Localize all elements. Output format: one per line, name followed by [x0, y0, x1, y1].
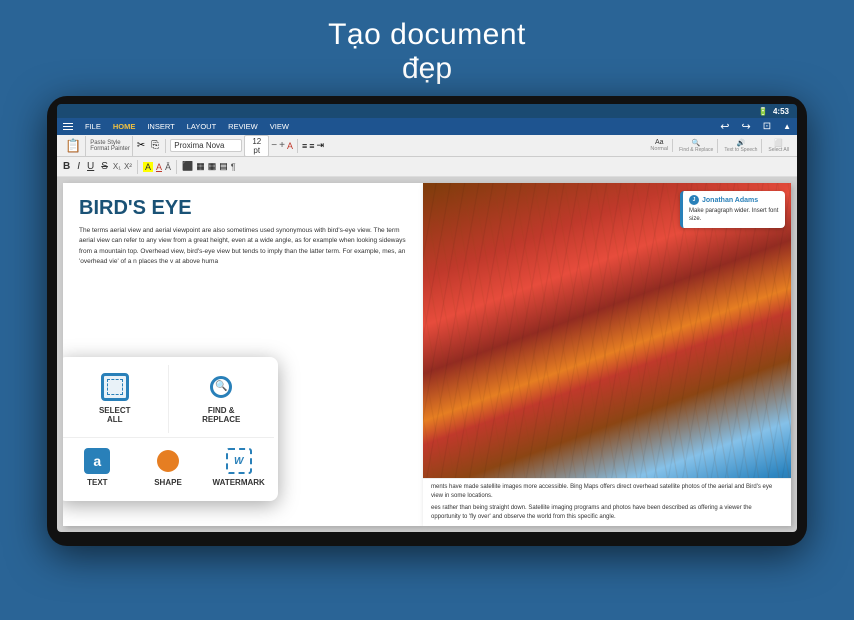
status-bar: 🔋 4:53	[57, 104, 797, 118]
font-color-button[interactable]: A	[287, 141, 293, 151]
superscript-button[interactable]: X²	[124, 162, 132, 171]
screen: 🔋 4:53 FILE HOME INSERT LAYOUT REVIEW VI…	[57, 104, 797, 532]
clear-format-button[interactable]: Ā	[165, 162, 171, 172]
paragraph-mark-button[interactable]: ¶	[231, 162, 236, 172]
copy-button[interactable]: ⎘	[149, 140, 161, 151]
watermark-label: WATERMARK	[213, 478, 265, 487]
undo-button[interactable]: ↩	[720, 120, 729, 133]
document-area: BIRD'S EYE The terms aerial view and aer…	[57, 177, 797, 532]
redo-button[interactable]: ↪	[741, 120, 750, 133]
context-menu-row1: SELECTALL 🔍 FIND &REPLACE	[63, 361, 274, 438]
document-body: The terms aerial view and aerial viewpoi…	[79, 226, 407, 268]
font-name-field[interactable]: Proxima Nova	[170, 139, 242, 152]
format-painter-label[interactable]: Format Painter	[90, 146, 130, 152]
shape-label: SHAPE	[154, 478, 182, 487]
comment-bubble: J Jonathan Adams Make paragraph wider. I…	[680, 191, 785, 228]
document-title: BIRD'S EYE	[79, 197, 407, 220]
page-header: Tạo document đẹp	[328, 0, 526, 96]
fullscreen-button[interactable]: ⊡	[763, 121, 771, 132]
justify-button[interactable]: ▤	[219, 161, 228, 172]
align-left-button[interactable]: ⬛	[182, 161, 193, 172]
document-page: BIRD'S EYE The terms aerial view and aer…	[63, 183, 423, 526]
select-all-button[interactable]: ⬜ Select All	[764, 139, 793, 153]
paste-labels: Paste Style Format Painter	[88, 136, 133, 156]
strikethrough-button[interactable]: S	[99, 161, 110, 172]
menu-home[interactable]: HOME	[113, 122, 136, 131]
number-list-button[interactable]: ≡	[309, 141, 314, 151]
context-shape[interactable]: SHAPE	[133, 442, 204, 493]
context-menu-row2: a TEXT SHAPE W	[63, 438, 274, 497]
menu-review[interactable]: REVIEW	[228, 122, 258, 131]
select-all-icon	[101, 373, 129, 401]
find-replace-button[interactable]: 🔍 Find & Replace	[675, 139, 718, 153]
tablet-frame: 🔋 4:53 FILE HOME INSERT LAYOUT REVIEW VI…	[47, 96, 807, 546]
comment-author: J Jonathan Adams	[689, 195, 779, 205]
menu-insert[interactable]: INSERT	[147, 122, 174, 131]
italic-button[interactable]: I	[75, 161, 82, 172]
align-center-button[interactable]: ▦	[196, 161, 205, 172]
text-speech-button[interactable]: 🔊 Text to Speech	[720, 139, 762, 153]
menu-layout[interactable]: LAYOUT	[187, 122, 216, 131]
aerial-image: J Jonathan Adams Make paragraph wider. I…	[423, 183, 791, 526]
font-color-btn2[interactable]: A	[156, 162, 162, 172]
menu-view[interactable]: VIEW	[270, 122, 289, 131]
bullet-list-button[interactable]: ≡	[302, 141, 307, 151]
context-text[interactable]: a TEXT	[63, 442, 133, 493]
context-watermark[interactable]: W WATERMARK	[203, 442, 274, 493]
author-avatar: J	[689, 195, 699, 205]
highlight-button[interactable]: A	[143, 162, 153, 172]
align-right-button[interactable]: ▦	[208, 161, 217, 172]
font-size-field[interactable]: 12 pt	[244, 135, 269, 157]
text-icon: a	[84, 448, 110, 474]
toolbar-row2: B I U S X₁ X² A A Ā ⬛ ▦ ▦ ▤ ¶	[57, 157, 797, 177]
increase-font-button[interactable]: +	[279, 140, 285, 151]
cut-button[interactable]: ✂	[135, 140, 147, 151]
header-line1: Tạo document	[328, 18, 526, 52]
header-bold: document	[390, 18, 526, 51]
comment-text: Make paragraph wider. Insert font size.	[689, 207, 779, 224]
decrease-font-button[interactable]: −	[271, 140, 277, 151]
watermark-icon: W	[226, 448, 252, 474]
context-select-all[interactable]: SELECTALL	[63, 365, 169, 433]
subscript-button[interactable]: X₁	[113, 162, 121, 171]
bold-button[interactable]: B	[61, 161, 72, 172]
find-replace-icon: 🔍	[207, 373, 235, 401]
find-replace-label: FIND &REPLACE	[202, 406, 240, 425]
shape-icon	[155, 448, 181, 474]
text-label: TEXT	[87, 478, 107, 487]
menu-file[interactable]: FILE	[85, 122, 101, 131]
context-menu-popup: SELECTALL 🔍 FIND &REPLACE	[63, 357, 278, 501]
collapse-button[interactable]: ▲	[783, 122, 791, 131]
battery-icon: 🔋	[758, 107, 768, 116]
toolbar-row1: 📋 Paste Style Format Painter ✂ ⎘ Proxima…	[57, 135, 797, 157]
hamburger-menu[interactable]	[63, 123, 73, 131]
context-find-replace[interactable]: 🔍 FIND &REPLACE	[169, 365, 275, 433]
menu-bar: FILE HOME INSERT LAYOUT REVIEW VIEW ↩ ↪ …	[57, 118, 797, 135]
status-time: 4:53	[773, 107, 789, 116]
header-line2: đẹp	[328, 52, 526, 86]
normal-style[interactable]: Aa Normal	[646, 139, 673, 152]
paste-section: 📋	[61, 136, 86, 156]
paste-icon[interactable]: 📋	[65, 138, 81, 154]
indent-button[interactable]: ⇥	[317, 140, 325, 151]
select-all-label: SELECTALL	[99, 406, 131, 425]
page-text-bottom: ments have made satellite images more ac…	[423, 478, 791, 526]
underline-button[interactable]: U	[85, 161, 96, 172]
